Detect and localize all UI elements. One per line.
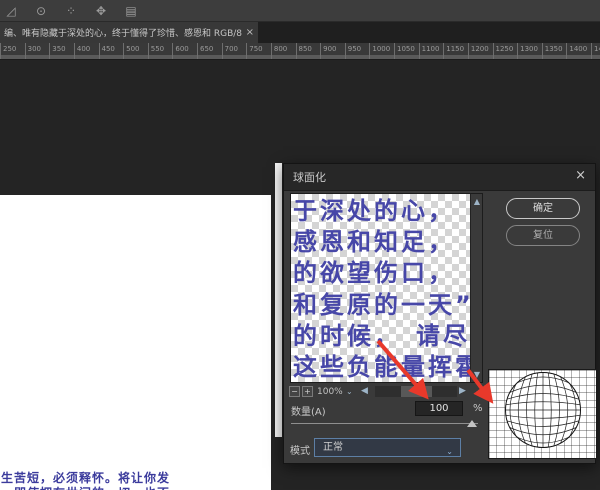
dialog-left-edge xyxy=(275,163,282,437)
rotate-view-icon[interactable]: ⊙ xyxy=(32,4,50,18)
scroll-left-icon[interactable]: ◀ xyxy=(361,386,368,396)
tab-close-icon[interactable]: × xyxy=(246,27,254,38)
document-text: 生苦短，必须释怀。将让你发，即使拥有世间的一切，也不使人获得真正的满足和幸福，有… xyxy=(1,471,271,490)
ruler-label: 400 xyxy=(74,43,99,59)
document-tab[interactable]: 编、唯有隐藏于深处的心，终于懂得了珍惜、感恩和 RGB/8) * × xyxy=(0,22,258,43)
ruler-label: 1100 xyxy=(419,43,444,59)
filter-preview-image[interactable]: 于深处的心， 终于感恩和知足， 那个的欲望伤口， 才有和复原的一天”的时候， 请… xyxy=(291,194,470,382)
ok-button[interactable]: 确定 xyxy=(506,198,580,219)
ruler-label: 1150 xyxy=(443,43,468,59)
ruler-label: 500 xyxy=(123,43,148,59)
mode-dropdown[interactable]: 正常 ⌄ xyxy=(314,438,461,457)
tab-bar: 编、唯有隐藏于深处的心，终于懂得了珍惜、感恩和 RGB/8) * × xyxy=(0,22,600,43)
ruler-label: 1350 xyxy=(542,43,567,59)
ruler-label: 600 xyxy=(172,43,197,59)
ruler-label: 300 xyxy=(25,43,50,59)
photoshop-window: ◿ ⊙ ⁘ ✥ ▤ 编、唯有隐藏于深处的心，终于懂得了珍惜、感恩和 RGB/8)… xyxy=(0,0,600,490)
preview-text-line: 和复原的一天” xyxy=(293,290,470,321)
ruler-label: 900 xyxy=(320,43,345,59)
ruler-label: 1300 xyxy=(517,43,542,59)
tool-partial-icon[interactable]: ◿ xyxy=(2,4,20,18)
mode-chevron-icon: ⌄ xyxy=(446,443,453,460)
video-icon[interactable]: ▤ xyxy=(122,4,140,18)
ruler-label: 650 xyxy=(197,43,222,59)
scroll-down-icon[interactable]: ▼ xyxy=(471,370,483,379)
zoom-chevron-icon[interactable]: ⌄ xyxy=(346,387,353,396)
amount-unit: % xyxy=(473,403,483,414)
ruler-label: 1050 xyxy=(394,43,419,59)
ruler-label: 950 xyxy=(345,43,370,59)
amount-label: 数量(A) xyxy=(291,403,326,418)
preview-horizontal-scrollbar[interactable] xyxy=(375,386,457,397)
document-text-line: ，即使拥有世间的一切，也不 xyxy=(1,486,271,490)
amount-input[interactable]: 100 xyxy=(415,401,463,416)
sphere-wireframe-graphic xyxy=(489,370,596,458)
ruler-label: 1000 xyxy=(369,43,394,59)
horizontal-scroll-thumb[interactable] xyxy=(401,386,432,397)
filter-preview-frame: 于深处的心， 终于感恩和知足， 那个的欲望伤口， 才有和复原的一天”的时候， 请… xyxy=(290,193,483,383)
horizontal-ruler: 2503003504004505005506006507007508008509… xyxy=(0,43,600,60)
document-text-line: 生苦短，必须释怀。将让你发 xyxy=(1,471,271,486)
scroll-right-icon[interactable]: ▶ xyxy=(459,386,466,396)
preview-text-line: 的时候， 请尽情发 xyxy=(293,321,470,352)
preview-text-line: 感恩和知足， 那个 xyxy=(293,227,470,258)
ruler-label: 350 xyxy=(49,43,74,59)
ruler-label: 750 xyxy=(246,43,271,59)
ruler-label: 550 xyxy=(148,43,173,59)
document-page[interactable]: 生苦短，必须释怀。将让你发，即使拥有世间的一切，也不使人获得真正的满足和幸福，有… xyxy=(0,195,271,490)
amount-slider-track xyxy=(291,423,478,424)
zoom-percentage[interactable]: 100% xyxy=(317,387,343,397)
ruler-label: 1450 xyxy=(591,43,600,59)
preview-zoom-row: − + 100% ⌄ ◀ ▶ xyxy=(284,385,484,400)
options-bar: ◿ ⊙ ⁘ ✥ ▤ xyxy=(0,0,600,22)
dialog-close-icon[interactable]: × xyxy=(575,169,586,182)
preview-text: 于深处的心， 终于感恩和知足， 那个的欲望伤口， 才有和复原的一天”的时候， 请… xyxy=(293,196,470,382)
ruler-label: 1200 xyxy=(468,43,493,59)
amount-slider-handle[interactable] xyxy=(467,420,477,427)
preview-text-line: 的欲望伤口， 才有 xyxy=(293,258,470,289)
ruler-label: 1250 xyxy=(493,43,518,59)
ruler-label: 700 xyxy=(222,43,247,59)
sphere-wireframe-preview xyxy=(488,369,597,459)
move-icon[interactable]: ✥ xyxy=(92,4,110,18)
preview-vertical-scrollbar[interactable]: ▲ ▼ xyxy=(470,194,482,382)
zoom-in-button[interactable]: + xyxy=(302,386,313,397)
mode-selected-value: 正常 xyxy=(323,442,343,453)
ruler-label: 1400 xyxy=(566,43,591,59)
zoom-out-button[interactable]: − xyxy=(289,386,300,397)
mode-label: 模式 xyxy=(290,442,310,457)
document-tab-title: 编、唯有隐藏于深处的心，终于懂得了珍惜、感恩和 RGB/8) * xyxy=(4,26,242,39)
amount-slider[interactable] xyxy=(291,420,478,428)
preview-text-line: 于深处的心， 终于 xyxy=(293,196,470,227)
dialog-title: 球面化 xyxy=(293,169,326,185)
preview-text-line: 这些负能量挥霍殆 xyxy=(293,352,470,382)
align-icon[interactable]: ⁘ xyxy=(62,4,80,18)
ruler-label: 250 xyxy=(0,43,25,59)
scroll-up-icon[interactable]: ▲ xyxy=(471,197,483,206)
ruler-label: 450 xyxy=(99,43,124,59)
reset-button[interactable]: 复位 xyxy=(506,225,580,246)
ruler-label: 800 xyxy=(271,43,296,59)
spherize-dialog: 球面化 × 于深处的心， 终于感恩和知足， 那个的欲望伤口， 才有和复原的一天”… xyxy=(283,163,596,464)
ruler-label: 850 xyxy=(296,43,321,59)
dialog-titlebar[interactable]: 球面化 × xyxy=(284,164,595,191)
